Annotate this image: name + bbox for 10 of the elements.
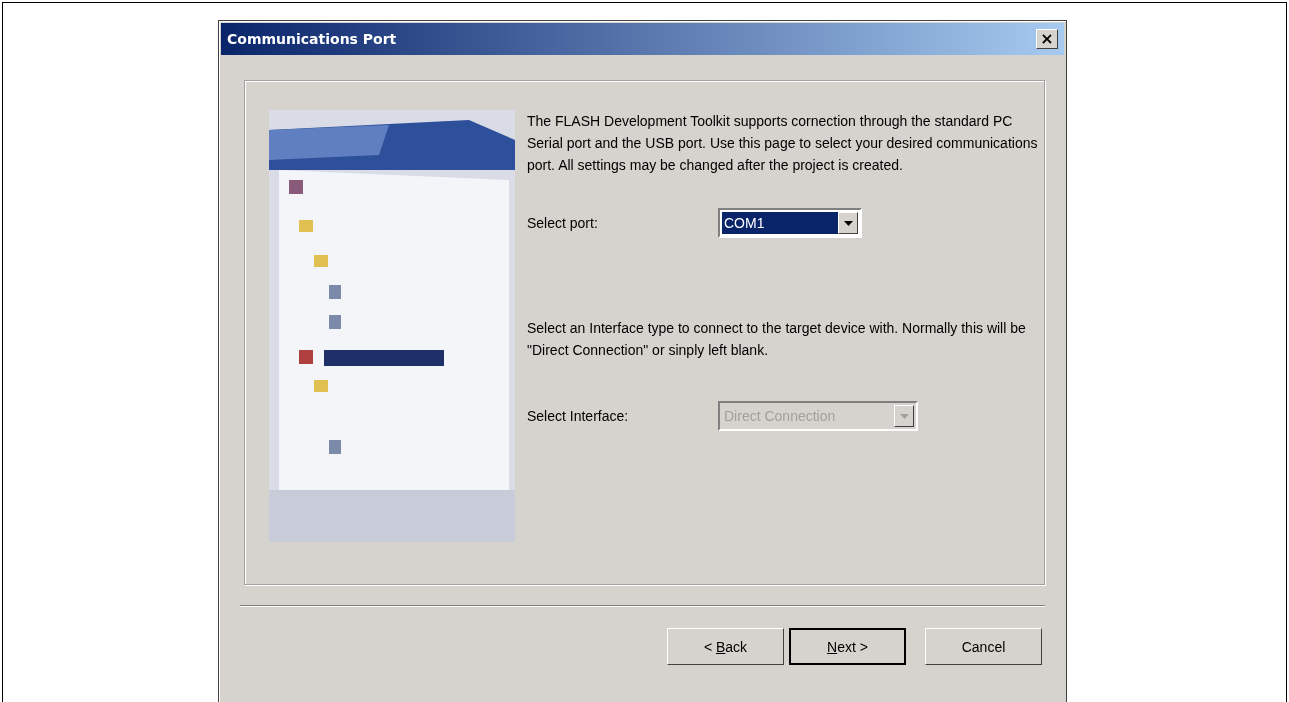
wizard-button[interactable]: Next >: [789, 628, 906, 665]
port-label: Select port:: [527, 215, 599, 231]
dropdown-field[interactable]: COM1: [718, 208, 862, 238]
interface-description-text: Select an Interface type to connect to the target device with. Normally this will be "Direct Connection" or sinply left blank.: [527, 319, 1027, 360]
wizard-button[interactable]: Cancel: [925, 628, 1042, 665]
close-button[interactable]: ×: [1036, 29, 1058, 49]
wizard-button[interactable]: < Back: [667, 628, 784, 665]
interface-label: Select Interface:: [527, 408, 630, 424]
description-text: The FLASH Development Toolkit supports cornection through the standard PC Serial port and the USB port. Use this page to select your desired communications port. All settings may be changed after the project is created.: [527, 112, 1039, 175]
window-title: Communications Port: [227, 31, 397, 47]
